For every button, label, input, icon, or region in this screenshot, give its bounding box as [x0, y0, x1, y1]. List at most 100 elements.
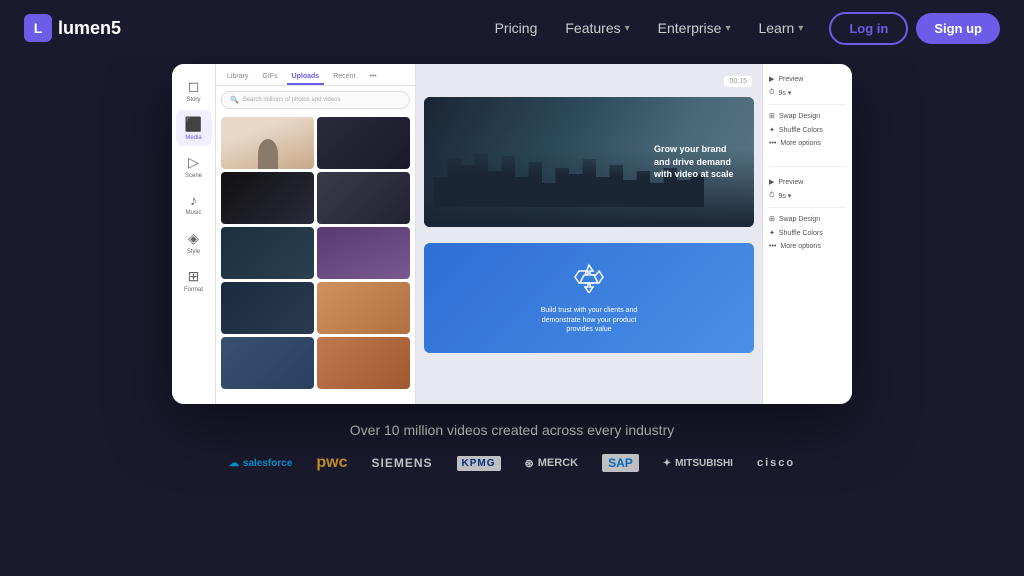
sidebar-item-story[interactable]: ◻ Story: [176, 72, 212, 108]
media-thumb-9[interactable]: [221, 337, 314, 389]
nav-buttons: Log in Sign up: [829, 12, 1000, 45]
play-icon: ▶: [769, 75, 774, 83]
logo-salesforce: ☁ salesforce: [229, 458, 292, 469]
panel-preview-2[interactable]: ▶ Preview: [769, 175, 846, 189]
swap-icon: ⊞: [769, 112, 775, 120]
panel-more-options-2[interactable]: ••• More options: [769, 240, 846, 253]
recycle-icon: [573, 261, 605, 300]
panel-divider-3: [769, 207, 846, 208]
chevron-down-icon: ▾: [798, 23, 803, 34]
sidebar-item-music[interactable]: ♪ Music: [176, 186, 212, 222]
panel-shuffle-colors-1[interactable]: ✦ Shuffle Colors: [769, 123, 846, 137]
slide-2[interactable]: Build trust with your clients and demons…: [424, 243, 754, 353]
swap-icon-2: ⊞: [769, 215, 775, 223]
media-thumb-7[interactable]: [221, 282, 314, 334]
media-thumb-3[interactable]: [221, 172, 314, 224]
media-thumb-1[interactable]: [221, 117, 314, 169]
logo-pwc: pwc: [316, 454, 347, 472]
clock-icon-2: ⏱: [769, 192, 774, 200]
search-icon: 🔍: [230, 96, 239, 104]
right-panel: ▶ Preview ⏱ 9s ▾ ⊞ Swap Design ✦ Shuffl: [762, 64, 852, 404]
more-icon: •••: [769, 140, 776, 147]
app-inner: ◻ Story ⬛ Media ▷ Scene ♪ Music ◈ Styl: [172, 64, 852, 404]
media-thumb-2[interactable]: [317, 117, 410, 169]
music-icon: ♪: [190, 192, 197, 208]
app-screenshot: ◻ Story ⬛ Media ▷ Scene ♪ Music ◈ Styl: [172, 64, 852, 404]
panel-duration-1[interactable]: ⏱ 9s ▾: [769, 86, 846, 100]
shuffle-icon-2: ✦: [769, 229, 775, 237]
sidebar-item-format[interactable]: ⊞ Format: [176, 262, 212, 298]
tab-uploads[interactable]: Uploads: [287, 70, 325, 85]
mitsubishi-symbol: ✦: [663, 458, 671, 469]
media-grid: [216, 114, 415, 392]
slide-1-text: Grow your brand and drive demand with vi…: [654, 143, 734, 181]
logo[interactable]: L lumen5: [24, 14, 121, 42]
play-icon-2: ▶: [769, 178, 774, 186]
search-placeholder: Search millions of photos and videos: [243, 97, 341, 103]
social-proof-section: Over 10 million videos created across ev…: [229, 422, 795, 472]
slide-2-content: Build trust with your clients and demons…: [424, 243, 754, 353]
tab-gifs[interactable]: GIFs: [257, 70, 282, 85]
logo-text: lumen5: [58, 18, 121, 39]
media-thumb-5[interactable]: [221, 227, 314, 279]
panel-section-2: ▶ Preview ⏱ 9s ▾ ⊞ Swap Design ✦ Shuffl: [769, 175, 846, 253]
media-icon: ⬛: [185, 116, 202, 133]
media-thumb-10[interactable]: [317, 337, 410, 389]
clock-icon: ⏱: [769, 89, 774, 97]
panel-duration-2[interactable]: ⏱ 9s ▾: [769, 189, 846, 203]
nav-features[interactable]: Features ▾: [555, 14, 639, 42]
media-thumb-8[interactable]: [317, 282, 410, 334]
app-sidebar: ◻ Story ⬛ Media ▷ Scene ♪ Music ◈ Styl: [172, 64, 216, 404]
nav-enterprise[interactable]: Enterprise ▾: [648, 14, 741, 42]
media-search-bar[interactable]: 🔍 Search millions of photos and videos: [221, 91, 410, 109]
style-icon: ◈: [188, 230, 199, 247]
story-icon: ◻: [188, 78, 200, 95]
slide-1[interactable]: Grow your brand and drive demand with vi…: [424, 97, 754, 227]
salesforce-icon: ☁: [229, 458, 239, 469]
signup-button[interactable]: Sign up: [916, 13, 1000, 44]
logo-merck: ⊛ MERCK: [525, 457, 579, 470]
media-thumb-4[interactable]: [317, 172, 410, 224]
sidebar-item-media[interactable]: ⬛ Media: [176, 110, 212, 146]
media-thumb-6[interactable]: [317, 227, 410, 279]
navbar: L lumen5 Pricing Features ▾ Enterprise ▾…: [0, 0, 1024, 56]
slide-2-text: Build trust with your clients and demons…: [529, 306, 649, 335]
tab-recent[interactable]: Recent: [328, 70, 360, 85]
login-button[interactable]: Log in: [829, 12, 908, 45]
nav-learn[interactable]: Learn ▾: [748, 14, 813, 42]
shuffle-icon: ✦: [769, 126, 775, 134]
timer-display: 00:15: [724, 76, 752, 87]
logo-kpmg: KPMG: [457, 456, 501, 471]
media-tabs: Library GIFs Uploads Recent •••: [216, 64, 415, 86]
sidebar-item-scene[interactable]: ▷ Scene: [176, 148, 212, 184]
format-icon: ⊞: [188, 268, 200, 285]
panel-more-options-1[interactable]: ••• More options: [769, 137, 846, 150]
social-proof-tagline: Over 10 million videos created across ev…: [350, 422, 674, 438]
more-icon-2: •••: [769, 243, 776, 250]
chevron-down-icon: ▾: [625, 23, 630, 34]
slide-row-2: 2 Build trust with you: [424, 243, 754, 359]
logo-mitsubishi: ✦ MITSUBISHI: [663, 458, 733, 469]
slide-row-1: 1 Grow your brand and drive demand with …: [424, 97, 754, 233]
merck-symbol: ⊛: [525, 457, 534, 470]
tab-more[interactable]: •••: [364, 70, 381, 85]
logo-cisco: cisco: [757, 457, 795, 469]
logo-sap: SAP: [602, 454, 639, 472]
panel-swap-design-2[interactable]: ⊞ Swap Design: [769, 212, 846, 226]
tab-library[interactable]: Library: [222, 70, 253, 85]
scene-icon: ▷: [188, 154, 199, 171]
main-content: ◻ Story ⬛ Media ▷ Scene ♪ Music ◈ Styl: [0, 56, 1024, 472]
panel-divider: [769, 104, 846, 105]
sidebar-item-style[interactable]: ◈ Style: [176, 224, 212, 260]
editor-area: 00:15 1 Grow your brand and drive demand…: [416, 64, 762, 404]
panel-divider-2: [769, 166, 846, 167]
logos-row: ☁ salesforce pwc SIEMENS KPMG ⊛ MERCK SA…: [229, 454, 795, 472]
nav-pricing[interactable]: Pricing: [485, 14, 548, 42]
top-bar: 00:15: [424, 72, 754, 91]
panel-swap-design-1[interactable]: ⊞ Swap Design: [769, 109, 846, 123]
logo-icon: L: [24, 14, 52, 42]
panel-preview-1[interactable]: ▶ Preview: [769, 72, 846, 86]
logo-siemens: SIEMENS: [372, 456, 433, 470]
panel-shuffle-colors-2[interactable]: ✦ Shuffle Colors: [769, 226, 846, 240]
panel-section-1: ▶ Preview ⏱ 9s ▾ ⊞ Swap Design ✦ Shuffl: [769, 72, 846, 150]
